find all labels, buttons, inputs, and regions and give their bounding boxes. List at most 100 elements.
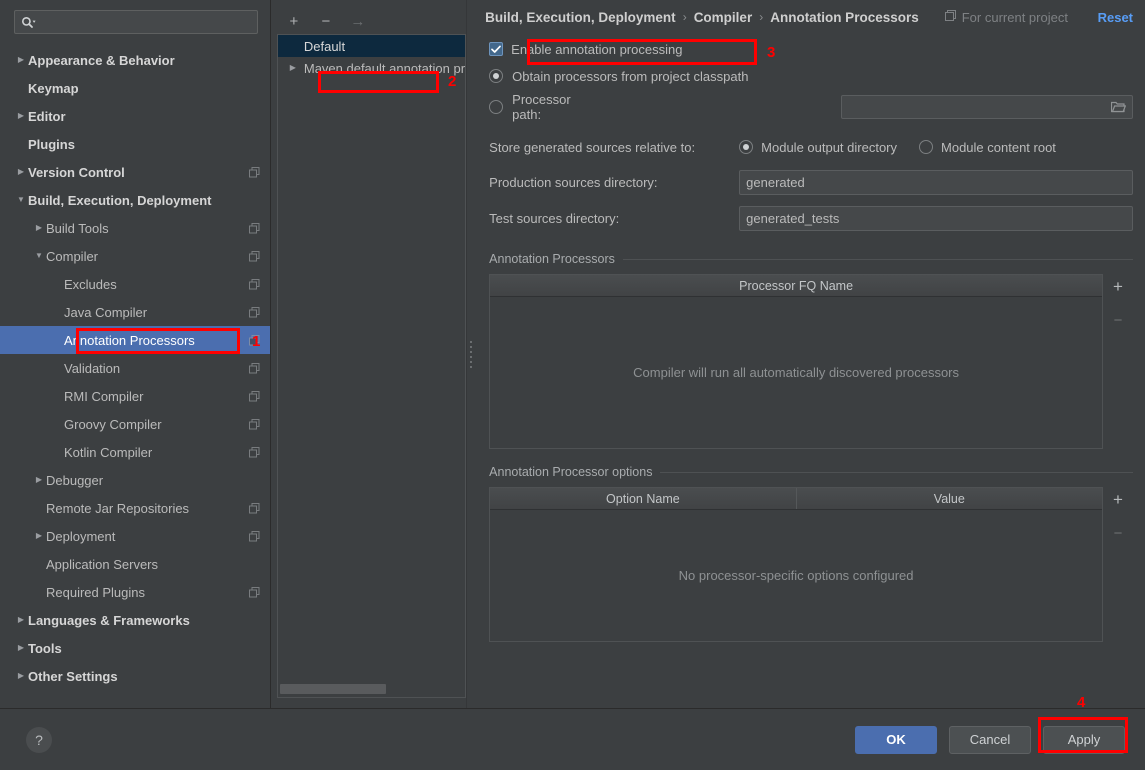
annotation-processor-options-side-toolbar: + − [1103, 487, 1133, 642]
annotation-processor-options-table[interactable]: Option Name Value No processor-specific … [489, 487, 1104, 642]
sidebar-item-required-plugins[interactable]: Required Plugins [0, 578, 270, 606]
remove-profile-button[interactable]: − [317, 12, 335, 30]
breadcrumb-separator: › [759, 10, 764, 24]
obtain-from-classpath-label: Obtain processors from project classpath [512, 68, 749, 84]
add-processor-button[interactable]: + [1108, 276, 1128, 296]
project-scope-icon [248, 530, 260, 542]
chevron-right-icon[interactable]: ▶ [14, 56, 28, 64]
remove-option-button[interactable]: − [1108, 523, 1128, 543]
test-sources-input[interactable]: generated_tests [739, 205, 1134, 231]
sidebar-item-editor[interactable]: ▶ Editor [0, 102, 270, 130]
panel-splitter[interactable] [466, 0, 476, 708]
chevron-right-icon[interactable]: ▶ [14, 672, 28, 680]
reset-link[interactable]: Reset [1098, 10, 1133, 25]
chevron-right-icon[interactable]: ▶ [14, 168, 28, 176]
sidebar-item-version-control[interactable]: ▶ Version Control [0, 158, 270, 186]
search-box[interactable] [14, 10, 258, 34]
obtain-processors-row[interactable]: Obtain processors from project classpath [489, 62, 1133, 90]
folder-browse-icon[interactable] [1111, 101, 1127, 113]
chevron-right-icon[interactable]: ▶ [32, 224, 46, 232]
obtain-from-classpath-radio[interactable] [489, 69, 504, 83]
sidebar-item-java-compiler[interactable]: Java Compiler [0, 298, 270, 326]
ok-button[interactable]: OK [855, 725, 937, 754]
production-sources-input[interactable]: generated [739, 169, 1134, 195]
sidebar-item-label: Annotation Processors [64, 332, 195, 348]
project-scope-icon [248, 250, 260, 262]
module-output-directory-radio[interactable] [739, 140, 754, 154]
scrollbar-thumb[interactable] [279, 684, 387, 694]
chevron-right-icon[interactable]: ▶ [14, 112, 28, 120]
project-scope-icon [248, 418, 260, 430]
chevron-right-icon[interactable]: ▶ [32, 532, 46, 540]
move-profile-button[interactable]: → [349, 12, 367, 30]
sidebar-item-debugger[interactable]: ▶ Debugger [0, 466, 270, 494]
sidebar-item-application-servers[interactable]: Application Servers [0, 550, 270, 578]
processor-path-radio[interactable] [489, 100, 504, 114]
breadcrumb-item-0[interactable]: Build, Execution, Deployment [485, 10, 676, 25]
profile-item-default[interactable]: Default [277, 35, 466, 57]
profiles-toolbar: + − → [277, 8, 466, 34]
dialog-footer: ? OK Cancel Apply [0, 708, 1145, 770]
search-wrapper [0, 10, 270, 42]
sidebar-item-groovy-compiler[interactable]: Groovy Compiler [0, 410, 270, 438]
store-generated-sources-label: Store generated sources relative to: [489, 139, 696, 155]
enable-annotation-processing-checkbox[interactable] [489, 42, 504, 56]
chevron-down-icon[interactable]: ▼ [14, 196, 28, 204]
column-header-option-name[interactable]: Option Name [490, 488, 795, 509]
project-scope-icon [248, 362, 260, 374]
breadcrumb-item-2: Annotation Processors [770, 9, 919, 25]
sidebar-item-rmi-compiler[interactable]: RMI Compiler [0, 382, 270, 410]
sidebar-item-annotation-processors[interactable]: Annotation Processors [0, 326, 270, 354]
cancel-button[interactable]: Cancel [949, 725, 1031, 754]
sidebar-item-keymap[interactable]: Keymap [0, 74, 270, 102]
sidebar-item-validation[interactable]: Validation [0, 354, 270, 382]
profile-item-maven-default-annotation-pr[interactable]: ▶ Maven default annotation pr [278, 57, 465, 79]
sidebar-item-kotlin-compiler[interactable]: Kotlin Compiler [0, 438, 270, 466]
chevron-right-icon[interactable]: ▶ [32, 476, 46, 484]
profiles-horizontal-scrollbar[interactable] [279, 684, 463, 694]
help-button[interactable]: ? [26, 726, 52, 753]
profiles-list[interactable]: Default ▶ Maven default annotation pr [276, 34, 467, 698]
search-input[interactable] [36, 14, 251, 30]
sidebar-item-remote-jar-repositories[interactable]: Remote Jar Repositories [0, 494, 270, 522]
chevron-down-icon[interactable]: ▼ [32, 252, 46, 260]
sidebar-item-label: Appearance & Behavior [28, 52, 175, 68]
processor-path-input[interactable] [841, 95, 1134, 119]
sidebar-item-label: Kotlin Compiler [64, 444, 153, 460]
settings-tree[interactable]: ▶ Appearance & Behavior Keymap ▶ Editor Plu… [0, 42, 270, 708]
sidebar-item-plugins[interactable]: Plugins [0, 130, 270, 158]
sidebar-item-appearance-behavior[interactable]: ▶ Appearance & Behavior [0, 46, 270, 74]
chevron-right-icon[interactable]: ▶ [14, 616, 28, 624]
sidebar-item-label: RMI Compiler [64, 388, 144, 404]
table-header: Option Name Value [490, 488, 1103, 510]
production-sources-label: Production sources directory: [489, 174, 658, 190]
sidebar-item-compiler[interactable]: ▼ Compiler [0, 242, 270, 270]
settings-form: Enable annotation processing Obtain proc… [483, 34, 1134, 708]
annotation-processors-table[interactable]: Processor FQ Name Compiler will run all … [489, 274, 1104, 449]
add-profile-button[interactable]: + [285, 12, 303, 30]
chevron-right-icon[interactable]: ▶ [286, 64, 300, 72]
apply-button[interactable]: Apply [1043, 725, 1125, 754]
module-content-root-option[interactable]: Module content root [919, 140, 1056, 155]
sidebar-item-build-tools[interactable]: ▶ Build Tools [0, 214, 270, 242]
annotation-processor-options-group: Annotation Processor options Option Name… [489, 463, 1134, 642]
remove-processor-button[interactable]: − [1108, 310, 1128, 330]
breadcrumb-item-1[interactable]: Compiler [694, 10, 753, 25]
add-option-button[interactable]: + [1108, 489, 1128, 509]
sidebar-item-deployment[interactable]: ▶ Deployment [0, 522, 270, 550]
sidebar-item-build-execution-deployment[interactable]: ▼ Build, Execution, Deployment [0, 186, 270, 214]
sidebar-item-languages-frameworks[interactable]: ▶ Languages & Frameworks [0, 606, 270, 634]
sidebar-item-other-settings[interactable]: ▶ Other Settings [0, 662, 270, 690]
module-output-directory-option[interactable]: Module output directory [739, 140, 897, 155]
chevron-right-icon[interactable]: ▶ [14, 644, 28, 652]
sidebar-item-excludes[interactable]: Excludes [0, 270, 270, 298]
sidebar-item-tools[interactable]: ▶ Tools [0, 634, 270, 662]
group-divider [660, 471, 1134, 473]
column-header-processor-fq-name[interactable]: Processor FQ Name [490, 275, 1102, 296]
module-content-root-radio[interactable] [919, 140, 934, 154]
column-header-value[interactable]: Value [795, 488, 1102, 509]
sidebar-item-label: Other Settings [28, 668, 118, 684]
